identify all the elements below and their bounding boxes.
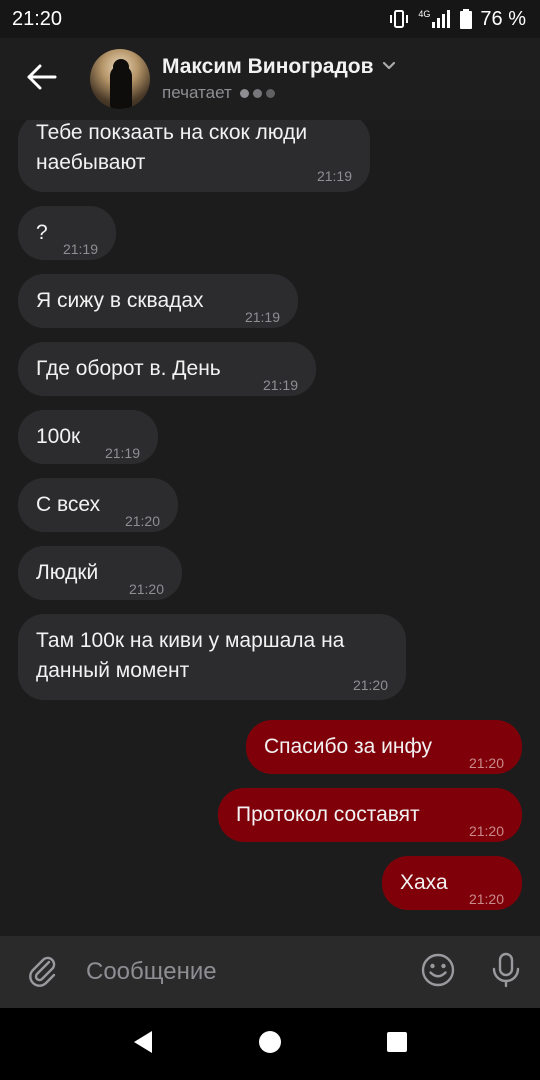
incoming-message[interactable]: Тебе покзаать на скок люди наебывают 21:… xyxy=(18,120,370,192)
back-button[interactable] xyxy=(0,38,84,120)
message-text: Спасибо за инфу xyxy=(264,735,432,758)
message-time: 21:20 xyxy=(468,755,504,771)
message-text: наебывают xyxy=(36,151,146,174)
message-text: ? xyxy=(36,221,48,244)
message-text: Я сижу в сквадах xyxy=(36,289,204,312)
avatar[interactable] xyxy=(90,49,150,109)
paperclip-icon xyxy=(25,953,59,992)
battery-icon xyxy=(460,9,473,29)
message-time: 21:20 xyxy=(468,823,504,839)
battery-level: 76 % xyxy=(480,7,526,30)
message-time: 21:20 xyxy=(124,513,160,529)
recents-square-icon xyxy=(386,1031,408,1058)
message-time: 21:20 xyxy=(468,891,504,907)
message-time: 21:19 xyxy=(262,377,298,393)
message-list[interactable]: Тебе покзаать на скок люди наебывают 21:… xyxy=(0,120,540,936)
status-time: 21:20 xyxy=(12,7,63,30)
incoming-message[interactable]: 100к 21:19 xyxy=(18,410,158,464)
back-triangle-icon xyxy=(132,1030,154,1059)
nav-recents-button[interactable] xyxy=(367,1014,427,1074)
message-time: 21:19 xyxy=(316,168,352,184)
contact-status: печатает xyxy=(162,83,232,102)
message-time: 21:20 xyxy=(352,677,388,693)
network-type-label: 4G xyxy=(418,9,431,19)
incoming-message[interactable]: Людкй 21:20 xyxy=(18,546,182,600)
typing-dots-icon xyxy=(239,88,275,98)
outgoing-message[interactable]: Протокол составят 21:20 xyxy=(218,788,522,842)
message-time: 21:20 xyxy=(128,581,164,597)
message-text: 100к xyxy=(36,425,81,448)
contact-info[interactable]: Максим Виноградов печатает xyxy=(162,55,396,103)
incoming-message[interactable]: Там 100к на киви у маршала на данный мом… xyxy=(18,614,406,700)
incoming-message[interactable]: С всех 21:20 xyxy=(18,478,178,532)
nav-home-button[interactable] xyxy=(240,1014,300,1074)
message-text: Тебе покзаать на скок люди xyxy=(36,121,308,144)
outgoing-message[interactable]: Хаха 21:20 xyxy=(382,856,522,910)
home-circle-icon xyxy=(258,1030,282,1059)
message-text: Людкй xyxy=(36,561,99,584)
voice-message-button[interactable] xyxy=(472,936,540,1008)
message-text: С всех xyxy=(36,493,101,516)
message-time: 21:19 xyxy=(62,241,98,257)
message-time: 21:19 xyxy=(104,445,140,461)
back-arrow-icon xyxy=(27,64,57,95)
status-bar: 21:20 4G 76 % xyxy=(0,0,540,38)
emoji-icon xyxy=(420,952,456,993)
message-composer xyxy=(0,936,540,1008)
message-text: Хаха xyxy=(400,871,448,894)
system-nav-bar xyxy=(0,1008,540,1080)
message-text: Протокол составят xyxy=(236,803,420,826)
message-text: Там 100к на киви у маршала на xyxy=(36,629,345,652)
message-text: данный момент xyxy=(36,659,190,682)
message-time: 21:19 xyxy=(244,309,280,325)
contact-name: Максим Виноградов xyxy=(162,55,374,78)
outgoing-message[interactable]: Спасибо за инфу 21:20 xyxy=(246,720,522,774)
message-input[interactable] xyxy=(84,936,404,1008)
nav-back-button[interactable] xyxy=(113,1014,173,1074)
chevron-down-icon xyxy=(382,58,396,76)
signal-icon: 4G xyxy=(418,9,452,28)
incoming-message[interactable]: ? 21:19 xyxy=(18,206,116,260)
vibrate-icon xyxy=(388,9,410,29)
emoji-button[interactable] xyxy=(404,936,472,1008)
incoming-message[interactable]: Я сижу в сквадах 21:19 xyxy=(18,274,298,328)
attach-button[interactable] xyxy=(0,936,84,1008)
status-icons: 4G 76 % xyxy=(388,8,526,31)
chat-header: Максим Виноградов печатает xyxy=(0,38,540,120)
incoming-message[interactable]: Где оборот в. День 21:19 xyxy=(18,342,316,396)
message-text: Где оборот в. День xyxy=(36,357,221,380)
microphone-icon xyxy=(491,952,521,993)
